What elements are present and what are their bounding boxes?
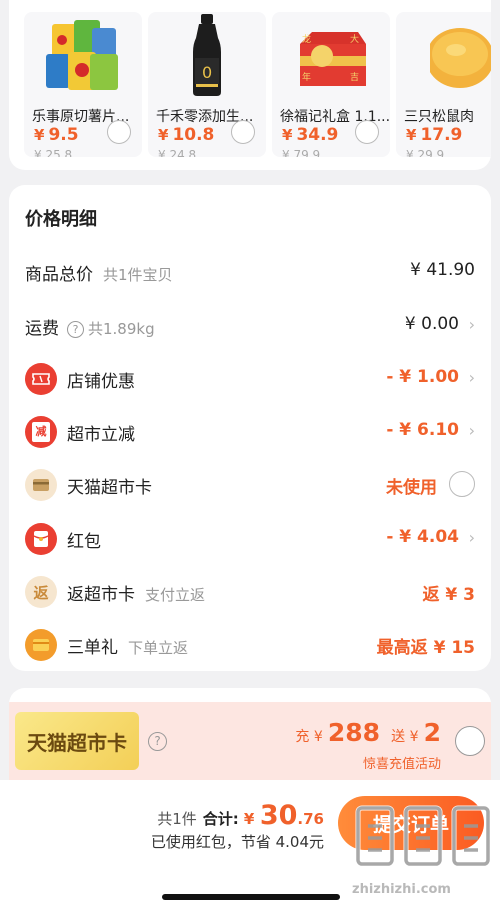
recommend-item-orig-price: ¥ 79.9 [282, 148, 321, 157]
row-label: 红包 [67, 532, 101, 552]
row-market-reduce[interactable]: 减 超市立减 - ¥ 6.10 › [9, 414, 491, 450]
recommend-item-checkbox[interactable] [231, 120, 255, 144]
row-value: 最高返 ¥ 15 [376, 638, 475, 658]
svg-text:年: 年 [302, 71, 311, 83]
total-price: ¥ 30.76 [243, 800, 324, 831]
row-label: 商品总价 共1件宝贝 [25, 265, 173, 285]
order-total: 共1件 合计: ¥ 30.76 [157, 800, 324, 831]
row-value: - ¥ 6.10 [386, 420, 459, 440]
item-count: 共1件 [157, 810, 197, 828]
watermark: zhizhizhi.com [350, 790, 496, 909]
row-shipping[interactable]: 运费? 共1.89kg ¥ 0.00 › [9, 308, 491, 344]
row-label: 超市立减 [67, 425, 135, 445]
row-label: 运费? 共1.89kg [25, 319, 155, 339]
recharge-offer-subtitle: 惊喜充值活动 [362, 757, 441, 772]
ticket-icon [25, 363, 57, 395]
recommend-list: 乐事原切薯片... ¥9.5 ¥ 25.8 0 千禾零添加生... ¥10.8 … [24, 12, 491, 157]
recommend-item-orig-price: ¥ 25.8 [34, 148, 73, 157]
svg-text:吉: 吉 [350, 72, 359, 83]
tmall-card-section: 天猫超市卡 ? 充 ¥ 288 送 ¥ 2 惊喜充值活动 [9, 688, 491, 780]
row-sub: 共1.89kg [88, 320, 155, 338]
watermark-text: zhizhizhi.com [352, 882, 451, 897]
return-icon: 返 [25, 576, 57, 608]
row-label: 店铺优惠 [67, 372, 135, 392]
recharge-checkbox[interactable] [455, 726, 485, 756]
recommend-item[interactable]: 0 千禾零添加生... ¥10.8 ¥ 24.8 [148, 12, 266, 157]
chevron-right-icon: › [468, 368, 475, 387]
row-sub: 下单立返 [128, 639, 189, 657]
row-return-card: 返 返超市卡 支付立返 返 ¥ 3 [9, 574, 491, 610]
row-shop-discount[interactable]: 店铺优惠 - ¥ 1.00 › [9, 361, 491, 397]
svg-text:0: 0 [202, 63, 212, 82]
recommend-item-price: ¥17.9 [406, 125, 463, 145]
row-value: ¥ 0.00 [404, 314, 459, 334]
row-label: 返超市卡 支付立返 [67, 585, 206, 605]
recommend-item-orig-price: ¥ 24.8 [158, 148, 197, 157]
recommend-item-checkbox[interactable] [355, 120, 379, 144]
row-three-order-gift: 三单礼 下单立返 最高返 ¥ 15 [9, 627, 491, 663]
row-label: 三单礼 下单立返 [67, 638, 189, 658]
recommend-item[interactable]: 乐事原切薯片... ¥9.5 ¥ 25.8 [24, 12, 142, 157]
row-value: 未使用 [386, 478, 437, 498]
gift-box-image: 龙 大 年 吉 [300, 32, 366, 86]
row-red-packet[interactable]: 红包 - ¥ 4.04 › [9, 521, 491, 557]
row-value: - ¥ 4.04 [386, 527, 459, 547]
reduce-icon-text: 减 [32, 422, 50, 442]
gift-card-icon [25, 629, 57, 661]
red-packet-icon [25, 523, 57, 555]
row-value: 返 ¥ 3 [422, 585, 476, 605]
recommend-item-orig-price: ¥ 29.9 [406, 148, 445, 157]
row-label: 天猫超市卡 [67, 478, 152, 498]
home-indicator[interactable] [162, 894, 340, 900]
row-goods-total: 商品总价 共1件宝贝 ¥ 41.90 [9, 254, 491, 290]
row-tmall-card[interactable]: 天猫超市卡 未使用 [9, 467, 491, 503]
price-detail-title: 价格明细 [25, 209, 97, 230]
price-detail-card: 价格明细 商品总价 共1件宝贝 ¥ 41.90 运费? 共1.89kg ¥ 0.00… [9, 185, 491, 671]
chevron-right-icon: › [468, 528, 475, 547]
reduce-icon: 减 [25, 416, 57, 448]
svg-text:龙: 龙 [302, 33, 311, 45]
tmall-card-badge: 天猫超市卡 [15, 712, 139, 770]
watermark-logo [355, 805, 491, 867]
recommend-item[interactable]: 龙 大 年 吉 徐福记礼盒 1.1... ¥34.9 ¥ 79.9 [272, 12, 390, 157]
svg-text:大: 大 [350, 33, 359, 45]
recommend-card: 乐事原切薯片... ¥9.5 ¥ 25.8 0 千禾零添加生... ¥10.8 … [9, 0, 491, 170]
recommend-item-checkbox[interactable] [107, 120, 131, 144]
return-icon-text: 返 [33, 583, 49, 602]
recommend-item-price: ¥10.8 [158, 125, 215, 145]
row-sub: 支付立返 [145, 586, 206, 604]
help-icon[interactable]: ? [67, 321, 84, 338]
recommend-item[interactable]: 三只松鼠肉 ¥17.9 ¥ 29.9 [396, 12, 491, 157]
chips-bag-image [46, 20, 118, 90]
saving-text: 已使用红包，节省 4.04元 [150, 833, 324, 851]
recommend-item-price: ¥9.5 [34, 125, 79, 145]
total-label: 合计: [202, 810, 239, 828]
recharge-offer: 充 ¥ 288 送 ¥ 2 [295, 718, 441, 747]
mooncake-image [416, 14, 491, 96]
chevron-right-icon: › [468, 421, 475, 440]
row-value: ¥ 41.90 [410, 260, 475, 280]
row-sub: 共1件宝贝 [103, 266, 173, 284]
tmall-card-banner[interactable]: 天猫超市卡 ? 充 ¥ 288 送 ¥ 2 惊喜充值活动 [9, 702, 491, 780]
recommend-item-price: ¥34.9 [282, 125, 339, 145]
row-value: - ¥ 1.00 [386, 367, 459, 387]
recommend-item-name: 三只松鼠肉 [404, 109, 474, 125]
tmall-card-radio[interactable] [449, 471, 475, 497]
chevron-right-icon: › [468, 315, 475, 334]
soy-sauce-bottle-image: 0 [193, 14, 221, 96]
card-icon [25, 469, 57, 501]
help-icon[interactable]: ? [148, 732, 167, 751]
